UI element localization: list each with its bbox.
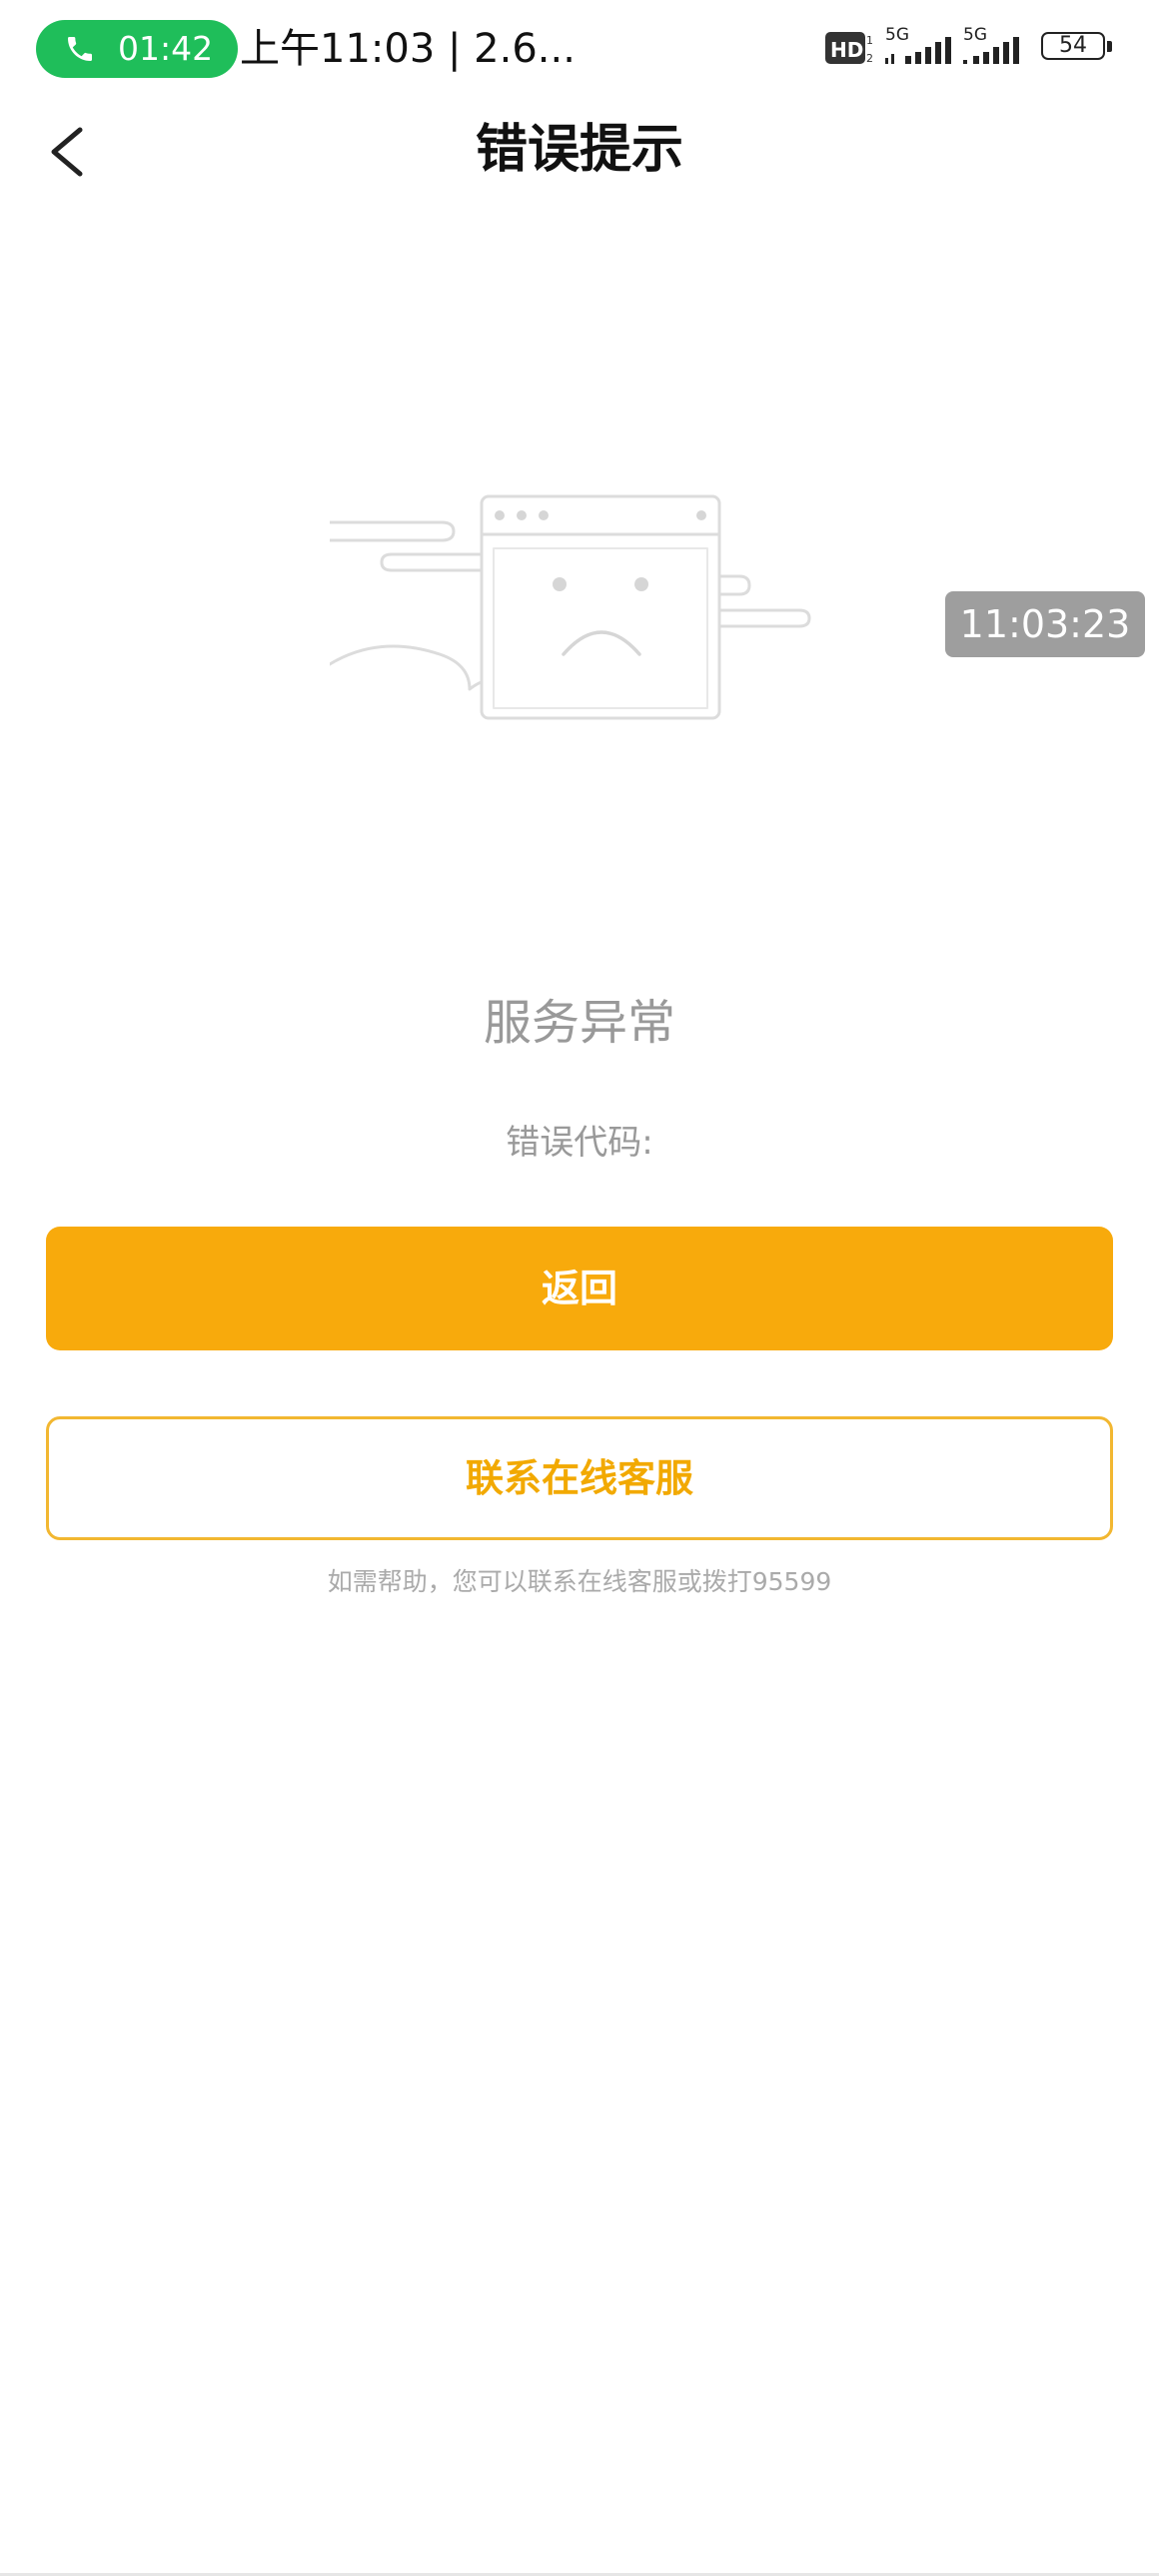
page-title: 错误提示 [475, 120, 683, 180]
hd-voice-icon: HD 1 2 [825, 32, 873, 65]
phone-icon [68, 37, 92, 61]
call-in-progress-pill[interactable]: 01:42 [36, 20, 238, 78]
help-text: 如需帮助，您可以联系在线客服或拨打95599 [327, 1567, 832, 1596]
error-code-label: 错误代码: [506, 1123, 653, 1163]
error-page: 01:42 上午11:03 | 2.6... HD 1 2 5G 5G 54 错… [0, 0, 1159, 2576]
svg-text:HD: HD [830, 38, 863, 62]
svg-text:1: 1 [866, 34, 873, 47]
signal-5g-icon-2: 5G [963, 25, 1019, 64]
error-title: 服务异常 [483, 995, 675, 1051]
status-bar-text: 上午11:03 | 2.6... [240, 26, 576, 72]
call-timer: 01:42 [118, 29, 214, 68]
contact-online-service-button[interactable]: 联系在线客服 [46, 1416, 1113, 1540]
battery-indicator: 54 [1041, 32, 1115, 64]
signal-5g-icon: 5G [885, 25, 951, 64]
svg-text:2: 2 [866, 52, 873, 65]
battery-level: 54 [1059, 33, 1087, 58]
error-sad-window-illustration [330, 494, 811, 720]
screenshot-timestamp: 11:03:23 [945, 591, 1145, 657]
svg-text:5G: 5G [885, 25, 909, 45]
svg-text:5G: 5G [963, 25, 987, 45]
back-button[interactable]: 返回 [46, 1227, 1113, 1350]
